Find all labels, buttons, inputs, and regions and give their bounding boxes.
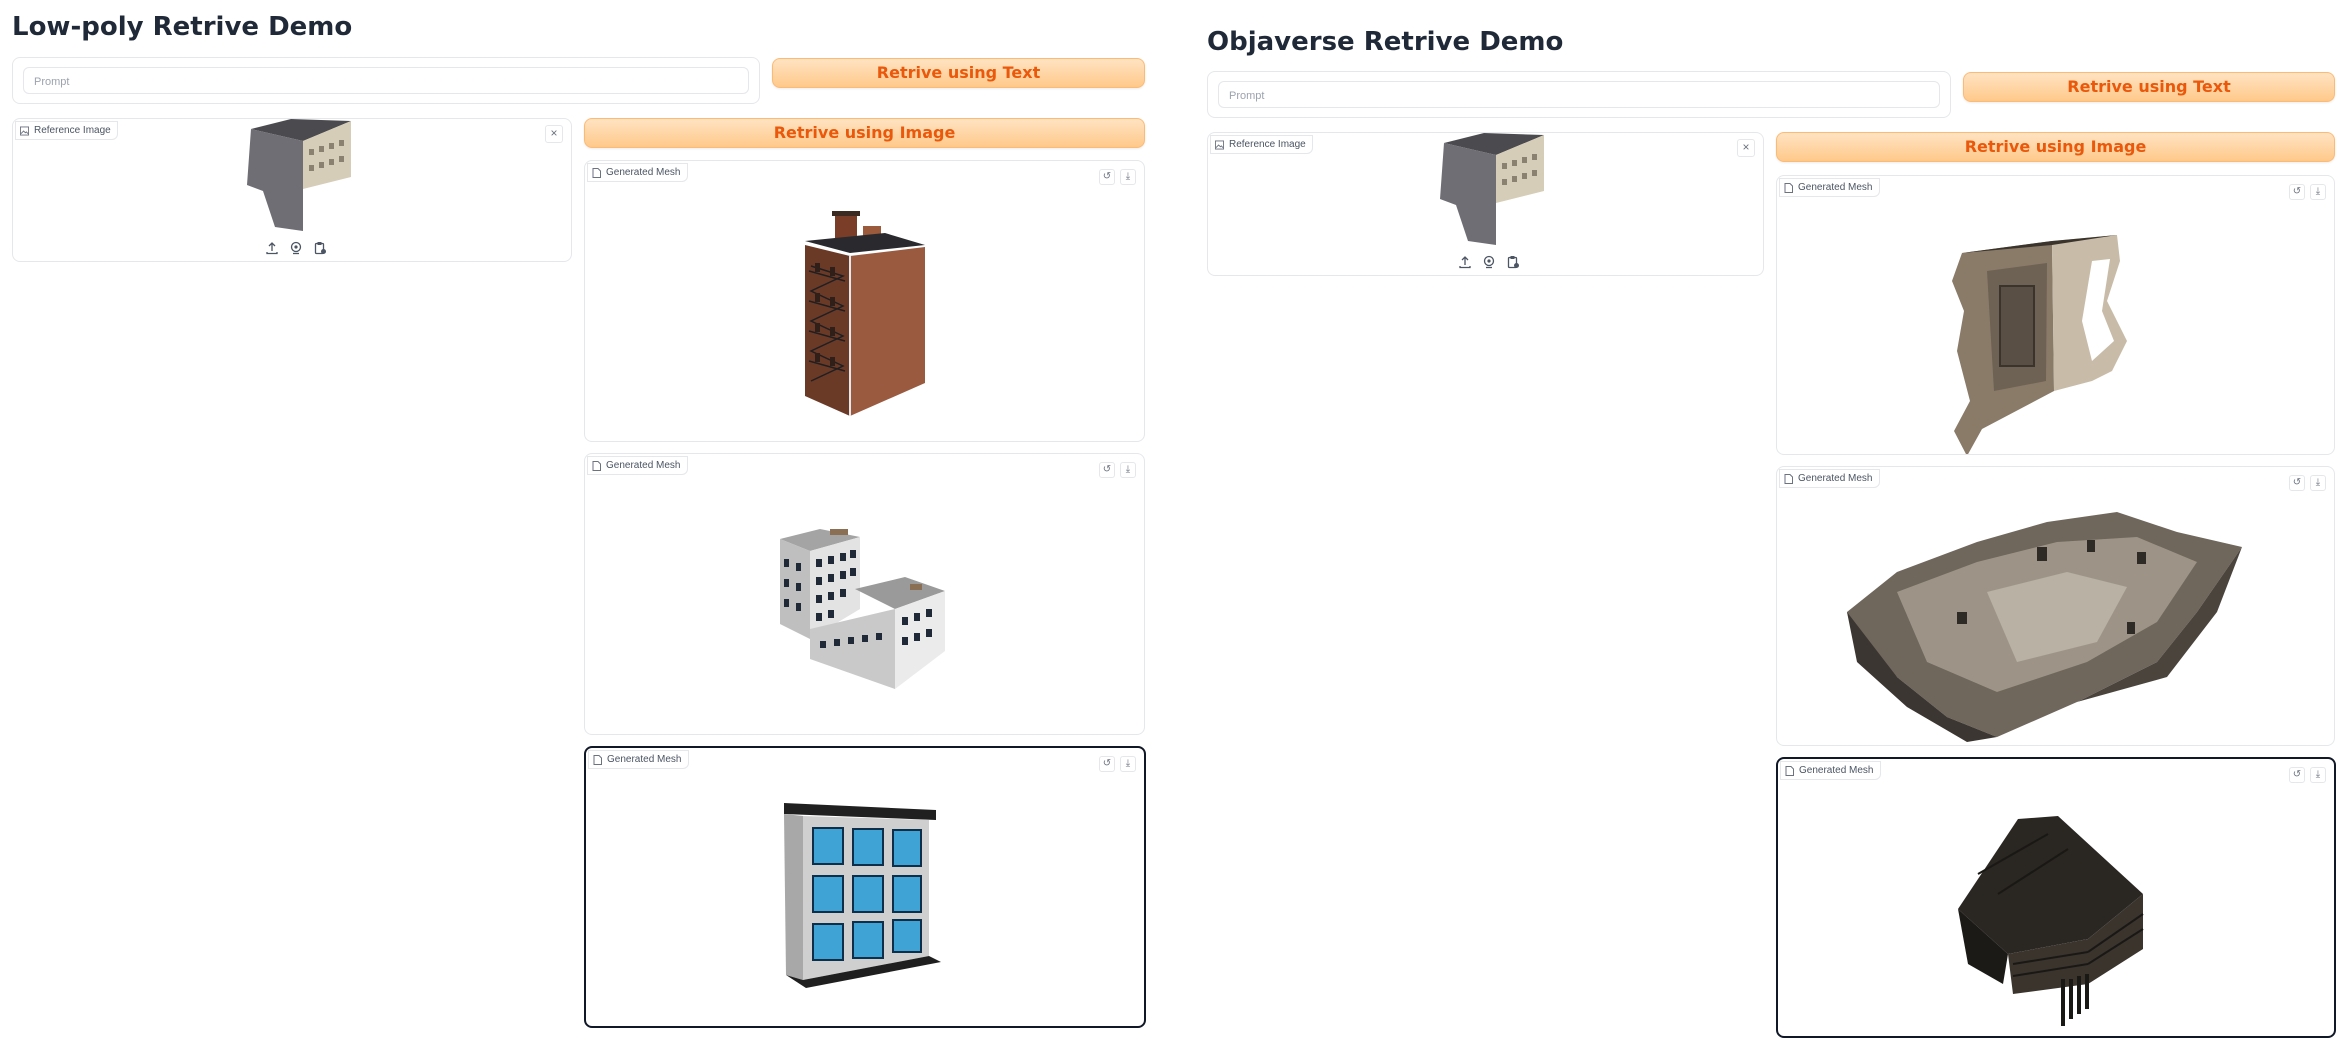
generated-mesh-label: Generated Mesh — [587, 163, 688, 182]
reference-label-text: Reference Image — [1229, 139, 1306, 150]
wooden-cabin-mesh — [1958, 816, 2144, 1026]
webcam-icon[interactable] — [289, 241, 303, 255]
download-icon[interactable]: ⤓ — [1120, 462, 1136, 478]
mesh-controls: ↺ ⤓ — [2289, 184, 2326, 200]
generated-mesh-label: Generated Mesh — [588, 750, 689, 769]
download-icon[interactable]: ⤓ — [2310, 767, 2326, 783]
right-reference-image-label: Reference Image — [1210, 135, 1313, 154]
clipboard-icon[interactable] — [1506, 255, 1520, 269]
generated-mesh-label-text: Generated Mesh — [1799, 765, 1874, 776]
ruined-walls-mesh — [1952, 235, 2127, 454]
reference-building-image — [247, 119, 351, 231]
generated-mesh-label-text: Generated Mesh — [606, 460, 681, 471]
generated-mesh-label: Generated Mesh — [587, 456, 688, 475]
left-reference-image-panel[interactable]: Reference Image × — [12, 118, 572, 262]
right-retrieve-text-button[interactable]: Retrive using Text — [1963, 72, 2335, 102]
file-icon — [592, 167, 601, 178]
generated-mesh-label-text: Generated Mesh — [607, 754, 682, 765]
left-retrieve-text-button[interactable]: Retrive using Text — [772, 58, 1145, 88]
reset-view-icon[interactable]: ↺ — [2289, 767, 2305, 783]
mesh-controls: ↺ ⤓ — [2289, 767, 2326, 783]
clipboard-icon[interactable] — [313, 241, 327, 255]
reset-view-icon[interactable]: ↺ — [1099, 462, 1115, 478]
file-icon — [1785, 765, 1794, 776]
right-prompt-input[interactable]: Prompt — [1218, 81, 1940, 108]
file-icon — [592, 460, 601, 471]
right-prompt-block: Prompt — [1207, 71, 1951, 118]
file-icon — [1784, 182, 1793, 193]
download-icon[interactable]: ⤓ — [2310, 475, 2326, 491]
left-prompt-block: Prompt — [12, 57, 760, 104]
blue-window-building-mesh — [784, 803, 941, 988]
close-icon[interactable]: × — [545, 125, 563, 143]
left-retrieve-image-button[interactable]: Retrive using Image — [584, 118, 1145, 148]
reference-label-text: Reference Image — [34, 125, 111, 136]
upload-icon[interactable] — [1458, 255, 1472, 269]
left-demo-title: Low-poly Retrive Demo — [12, 12, 353, 42]
brick-building-mesh — [805, 211, 925, 416]
generated-mesh-label: Generated Mesh — [1779, 178, 1880, 197]
right-generated-mesh-1[interactable]: Generated Mesh ↺ ⤓ — [1776, 175, 2335, 455]
generated-mesh-label: Generated Mesh — [1779, 469, 1880, 488]
generated-mesh-label-text: Generated Mesh — [1798, 182, 1873, 193]
left-prompt-input[interactable]: Prompt — [23, 67, 749, 94]
mesh-controls: ↺ ⤓ — [2289, 475, 2326, 491]
right-retrieve-image-button[interactable]: Retrive using Image — [1776, 132, 2335, 162]
right-demo-title: Objaverse Retrive Demo — [1207, 27, 1564, 57]
reset-view-icon[interactable]: ↺ — [1099, 756, 1115, 772]
mesh-controls: ↺ ⤓ — [1099, 756, 1136, 772]
reference-source-icons — [265, 241, 327, 255]
reference-source-icons — [1458, 255, 1520, 269]
reference-building-image — [1440, 133, 1544, 245]
grey-office-building-mesh — [780, 529, 945, 689]
right-reference-image-panel[interactable]: Reference Image × — [1207, 132, 1764, 276]
left-generated-mesh-2[interactable]: Generated Mesh ↺ ⤓ — [584, 453, 1145, 735]
right-generated-mesh-3[interactable]: Generated Mesh ↺ ⤓ — [1776, 757, 2336, 1038]
reset-view-icon[interactable]: ↺ — [2289, 475, 2305, 491]
rubble-ruins-mesh — [1847, 512, 2242, 742]
generated-mesh-label-text: Generated Mesh — [606, 167, 681, 178]
left-reference-image-label: Reference Image — [15, 121, 118, 140]
reset-view-icon[interactable]: ↺ — [1099, 169, 1115, 185]
download-icon[interactable]: ⤓ — [2310, 184, 2326, 200]
right-generated-mesh-2[interactable]: Generated Mesh ↺ ⤓ — [1776, 466, 2335, 746]
reset-view-icon[interactable]: ↺ — [2289, 184, 2305, 200]
mesh-controls: ↺ ⤓ — [1099, 169, 1136, 185]
left-generated-mesh-3[interactable]: Generated Mesh ↺ ⤓ — [584, 746, 1146, 1028]
image-icon — [1215, 140, 1224, 149]
download-icon[interactable]: ⤓ — [1120, 169, 1136, 185]
download-icon[interactable]: ⤓ — [1120, 756, 1136, 772]
file-icon — [1784, 473, 1793, 484]
upload-icon[interactable] — [265, 241, 279, 255]
webcam-icon[interactable] — [1482, 255, 1496, 269]
mesh-controls: ↺ ⤓ — [1099, 462, 1136, 478]
close-icon[interactable]: × — [1737, 139, 1755, 157]
file-icon — [593, 754, 602, 765]
generated-mesh-label-text: Generated Mesh — [1798, 473, 1873, 484]
left-generated-mesh-1[interactable]: Generated Mesh ↺ ⤓ — [584, 160, 1145, 442]
generated-mesh-label: Generated Mesh — [1780, 761, 1881, 780]
image-icon — [20, 126, 29, 135]
